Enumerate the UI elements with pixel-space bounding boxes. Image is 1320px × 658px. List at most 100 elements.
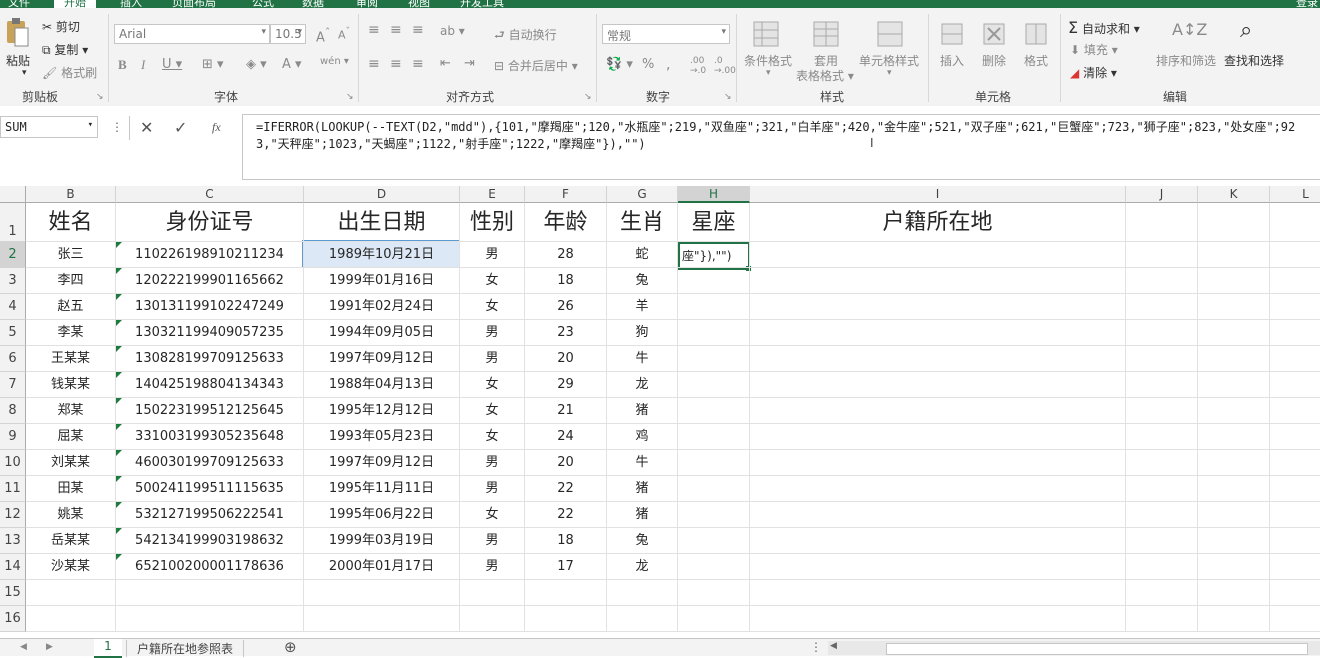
table-cell[interactable] [1198,450,1270,476]
table-cell[interactable]: 23 [525,320,607,346]
table-cell[interactable] [1270,580,1320,606]
table-cell[interactable] [525,580,607,606]
align-middle-icon[interactable]: ≡ [390,22,402,38]
table-cell[interactable] [1270,346,1320,372]
phonetic-icon[interactable]: wén ▾ [320,56,349,67]
table-cell[interactable] [678,372,750,398]
table-cell[interactable]: 532127199506222541 [116,502,304,528]
font-name-combo[interactable]: Arial ▾ [114,24,270,44]
insert-button[interactable]: 插入 [940,52,964,69]
table-cell[interactable] [1126,242,1198,268]
tab-file[interactable]: 文件 [8,0,30,8]
table-cell[interactable]: 屈某 [26,424,116,450]
tab-formulas[interactable]: 公式 [252,0,274,8]
table-cell[interactable] [1198,346,1270,372]
table-cell[interactable]: 1995年06月22日 [304,502,460,528]
table-cell[interactable] [678,424,750,450]
row-header[interactable]: 8 [0,398,26,424]
table-cell[interactable] [1126,580,1198,606]
alignment-launcher-icon[interactable]: ↘ [584,92,592,102]
chevron-down-icon[interactable]: ▾ [766,68,771,78]
font-color-icon[interactable]: A ▾ [282,57,302,72]
enter-icon[interactable]: ✓ [174,118,187,137]
table-cell[interactable]: 20 [525,346,607,372]
tab-home[interactable]: 开始 [54,0,96,8]
table-cell[interactable]: 男 [460,554,525,580]
column-header[interactable]: J [1126,186,1198,203]
header-cell[interactable]: 姓名 [26,203,116,242]
table-cell[interactable] [607,606,678,632]
chevron-down-icon[interactable]: ▾ [887,68,892,78]
table-cell[interactable]: 1991年02月24日 [304,294,460,320]
table-cell[interactable]: 狗 [607,320,678,346]
table-cell[interactable]: 20 [525,450,607,476]
row-header[interactable]: 12 [0,502,26,528]
table-cell[interactable]: 150223199512125645 [116,398,304,424]
table-cell[interactable]: 男 [460,242,525,268]
table-cell[interactable]: 17 [525,554,607,580]
table-cell[interactable] [1126,554,1198,580]
table-cell[interactable]: 1999年03月19日 [304,528,460,554]
table-cell[interactable]: 李某 [26,320,116,346]
table-cell[interactable] [1198,502,1270,528]
table-cell[interactable]: 男 [460,346,525,372]
align-top-icon[interactable]: ≡ [368,22,380,38]
table-cell[interactable]: 女 [460,502,525,528]
paste-button[interactable]: 粘贴 [6,52,30,69]
table-cell[interactable]: 18 [525,528,607,554]
table-cell[interactable]: 1999年01月16日 [304,268,460,294]
column-header[interactable]: C [116,186,304,203]
table-cell[interactable] [750,242,1126,268]
paste-dropdown-icon[interactable]: ▾ [22,68,27,78]
table-cell[interactable]: 21 [525,398,607,424]
table-cell[interactable] [678,242,750,268]
table-cell[interactable] [1270,502,1320,528]
table-cell[interactable] [750,450,1126,476]
table-cell[interactable]: 110226198910211234 [116,242,304,268]
grow-font-icon[interactable]: Aˆ [316,26,330,45]
table-cell[interactable]: 田某 [26,476,116,502]
sheet-tab[interactable]: 户籍所在地参照表 [126,640,245,657]
row-header[interactable]: 1 [0,203,26,242]
table-cell[interactable] [750,554,1126,580]
table-cell[interactable]: 22 [525,502,607,528]
table-cell[interactable]: 郑某 [26,398,116,424]
table-cell[interactable]: 女 [460,398,525,424]
table-cell[interactable] [678,502,750,528]
table-cell[interactable] [1270,398,1320,424]
fill-button[interactable]: ⬇ 填充 ▾ [1070,41,1118,58]
column-header-selected[interactable]: H [678,186,750,203]
table-cell[interactable] [1270,450,1320,476]
table-cell[interactable] [750,372,1126,398]
italic-icon[interactable]: I [141,57,145,73]
formula-input[interactable]: =IFERROR(LOOKUP(--TEXT(D2,"mdd"),{101,"摩… [242,114,1320,180]
table-cell[interactable] [750,528,1126,554]
table-cell[interactable] [1126,476,1198,502]
table-cell[interactable] [304,580,460,606]
tab-data[interactable]: 数据 [302,0,324,8]
table-cell[interactable]: 652100200001178636 [116,554,304,580]
table-cell[interactable] [750,268,1126,294]
table-cell[interactable]: 140425198804134343 [116,372,304,398]
row-header[interactable]: 16 [0,606,26,632]
delete-button[interactable]: 删除 [982,52,1006,69]
table-cell[interactable]: 542134199903198632 [116,528,304,554]
table-cell[interactable] [1270,268,1320,294]
scroll-right-icon[interactable]: ▶ [46,642,53,652]
table-cell[interactable]: 2000年01月17日 [304,554,460,580]
table-cell[interactable] [750,606,1126,632]
table-cell[interactable] [678,554,750,580]
table-cell[interactable]: 130828199709125633 [116,346,304,372]
table-cell[interactable]: 460030199709125633 [116,450,304,476]
table-cell[interactable] [1126,268,1198,294]
align-bottom-icon[interactable]: ≡ [412,22,424,38]
table-cell[interactable]: 26 [525,294,607,320]
column-header[interactable]: F [525,186,607,203]
row-header[interactable]: 11 [0,476,26,502]
table-cell[interactable] [26,606,116,632]
header-cell[interactable]: 户籍所在地 [750,203,1126,242]
table-cell[interactable]: 1995年12月12日 [304,398,460,424]
table-cell[interactable] [1198,580,1270,606]
sheet-tab-active[interactable]: 1 [94,639,122,658]
table-cell[interactable] [1270,476,1320,502]
